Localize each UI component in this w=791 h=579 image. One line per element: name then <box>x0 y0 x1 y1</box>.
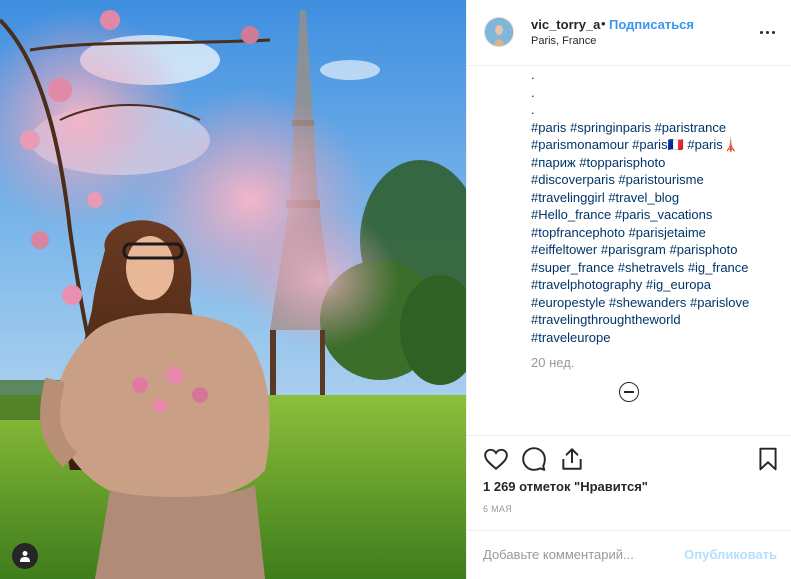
post-date: 6 МАЯ <box>483 504 513 514</box>
caption: . . . #paris #springinparis #paristrance… <box>531 66 781 346</box>
comment-bar: Опубликовать <box>467 530 791 579</box>
caption-dot: . <box>531 84 535 100</box>
comment-input[interactable] <box>483 547 668 562</box>
post-photo[interactable] <box>0 0 466 579</box>
comment-icon[interactable] <box>521 446 547 472</box>
hashtag-line[interactable]: #paris #springinparis #paristrance <box>531 119 781 137</box>
hashtag-line[interactable]: #parismonamour #paris🇫🇷 #paris🗼 <box>531 136 781 154</box>
user-tag-button[interactable] <box>12 543 38 569</box>
hashtag-line[interactable]: #travelphotography #ig_europa <box>531 276 781 294</box>
action-bar <box>467 435 791 478</box>
share-icon[interactable] <box>559 446 585 472</box>
hashtag-line[interactable]: #discoverparis #paristourisme <box>531 171 781 189</box>
heart-icon[interactable] <box>483 446 509 472</box>
caption-time-ago: 20 нед. <box>531 355 575 370</box>
bookmark-icon[interactable] <box>755 446 781 472</box>
hashtag-line[interactable]: #париж #topparisphoto <box>531 154 781 172</box>
hashtag-line[interactable]: #travelinggirl #travel_blog <box>531 189 781 207</box>
caption-dot: . <box>531 67 535 82</box>
avatar[interactable] <box>484 17 514 47</box>
avatar-image <box>485 18 513 46</box>
caption-dots: . . . <box>531 66 781 119</box>
post-header: vic_torry_a • Подписаться Paris, France <box>467 0 791 66</box>
separator-dot: • <box>601 16 606 31</box>
hashtag-line[interactable]: #travelingthroughtheworld <box>531 311 781 329</box>
follow-button[interactable]: Подписаться <box>609 17 694 32</box>
post-detail-panel: vic_torry_a • Подписаться Paris, France … <box>466 0 791 579</box>
publish-button[interactable]: Опубликовать <box>684 547 777 562</box>
caption-dot: . <box>531 102 535 117</box>
hashtag-line[interactable]: #eiffeltower #parisgram #parisphoto <box>531 241 781 259</box>
likes-count[interactable]: 1 269 отметок "Нравится" <box>483 479 648 494</box>
hashtag-line[interactable]: #traveleurope <box>531 329 781 347</box>
hashtag-line[interactable]: #Hello_france #paris_vacations <box>531 206 781 224</box>
hashtag-line[interactable]: #super_france #shetravels #ig_france <box>531 259 781 277</box>
collapse-replies-icon[interactable] <box>619 382 639 402</box>
hashtag-line[interactable]: #topfrancephoto #parisjetaime <box>531 224 781 242</box>
hashtag-list: #paris #springinparis #paristrance #pari… <box>531 119 781 347</box>
location-link[interactable]: Paris, France <box>531 35 596 47</box>
photo-image <box>0 0 466 579</box>
person-icon <box>20 551 30 562</box>
username-link[interactable]: vic_torry_a <box>531 17 600 32</box>
hashtag-line[interactable]: #europestyle #shewanders #parislove <box>531 294 781 312</box>
more-options-icon[interactable] <box>757 24 777 40</box>
